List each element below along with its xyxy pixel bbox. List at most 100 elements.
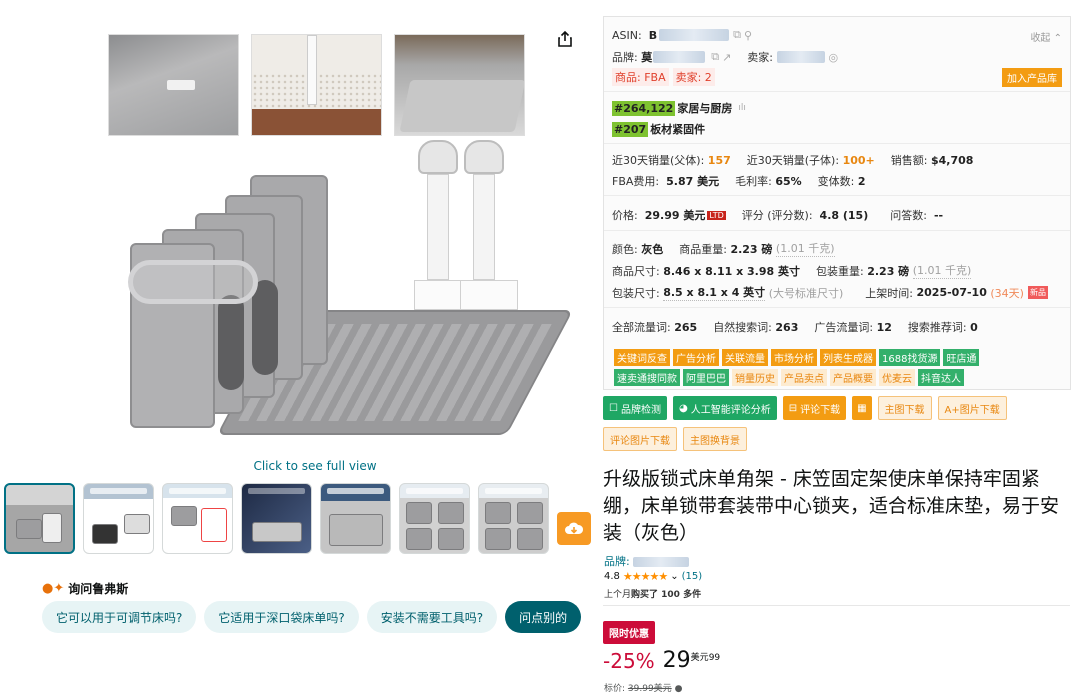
all-keywords-value[interactable]: 265 [674,321,697,334]
revenue-label: 销售额: [890,154,928,167]
thumbnail-3[interactable] [162,483,233,554]
rufus-chip-1[interactable]: 它可以用于可调节床吗? [42,601,197,633]
top-photo-strip [108,34,525,136]
tag-ad-analysis[interactable]: 广告分析 [673,349,719,366]
tag-market-analysis[interactable]: 市场分析 [771,349,817,366]
cloud-download-icon[interactable] [557,512,591,545]
location-icon[interactable]: ⚲ [744,29,752,42]
seller-redacted[interactable] [776,51,825,63]
rank-category-link[interactable]: 紧固件 [672,121,705,137]
copy-icon[interactable]: ⧉ [733,28,741,42]
asin-value: B [648,28,658,42]
ai-review-analysis-button[interactable]: ◕ 人工智能评论分析 [672,396,777,420]
thumbnail-1[interactable] [4,483,75,554]
price-fraction: 99 [708,653,721,663]
external-link-icon[interactable]: ↗ [722,51,731,64]
share-icon[interactable] [556,30,574,48]
main-image-download-button[interactable]: 主图下载 [877,396,932,420]
rank-badge: #207 [612,121,649,137]
tool-tags-row-1: 关键词反查 广告分析 关联流量 市场分析 列表生成器 1688找货源 旺店通 [614,349,980,366]
calculator-button[interactable]: ▦ [852,396,872,420]
rufus-chip-3[interactable]: 安装不需要工具吗? [366,601,498,633]
star-rating-icon[interactable]: ★★★★★ [623,570,668,583]
brand-label: 品牌: [604,555,630,568]
brand-label: 品牌: [612,51,638,64]
tag-1688-sourcing[interactable]: 1688找货源 [879,349,941,366]
main-image-bg-swap-button[interactable]: 主图换背景 [683,427,747,451]
ask-rufus-title: 询问鲁弗斯 [68,582,129,596]
thumbnail-7[interactable] [478,483,549,554]
weight-label: 商品重量: [679,242,727,256]
rufus-chip-2[interactable]: 它适用于深口袋床单吗? [204,601,359,633]
thumbnail-4[interactable] [241,483,312,554]
rufus-ask-else-button[interactable]: 问点别的 [505,601,582,633]
tag-aliexpress[interactable]: 速卖通搜同款 [614,369,680,386]
tag-keyword-reverse[interactable]: 关键词反查 [614,349,670,366]
rank-category-link[interactable]: 与厨房 [699,100,732,116]
tag-listing-generator[interactable]: 列表生成器 [820,349,876,366]
brand-link[interactable]: 莫 [641,49,652,65]
brand-seller-row: 品牌: 莫 ⧉ ↗ 卖家: ◎ [612,49,838,65]
thumbnail-2[interactable] [83,483,154,554]
bar-chart-icon[interactable]: ılı [738,103,746,113]
main-product-image[interactable] [100,165,574,455]
review-image-download-button[interactable]: 评论图片下载 [603,427,677,451]
fba-fee-label: FBA费用: [612,175,660,188]
list-price: 标价: 39.99美元 ● [604,684,683,693]
ad-keywords-value[interactable]: 12 [877,321,892,334]
brand-check-button[interactable]: ☐ 品牌检测 [603,396,667,420]
fba-fee-row: FBA费用: 5.87 美元 毛利率: 65% 变体数: 2 [612,173,866,189]
rating-count-link[interactable]: (15) [682,571,703,582]
price-label: 价格: [612,209,638,222]
tag-selling-points[interactable]: 产品卖点 [781,369,827,386]
package-size-class: (大号标准尺寸) [768,286,844,300]
rank-category: 板材 [650,123,673,136]
natural-keywords-value[interactable]: 263 [775,321,798,334]
ask-rufus-heading: ●✦ 询问鲁弗斯 [42,580,128,597]
tag-product-summary[interactable]: 产品概要 [830,369,876,386]
chevron-down-icon[interactable]: ⌄ [670,571,678,582]
color-weight-row: 颜色: 灰色 商品重量: 2.23 磅 (1.01 千克) [612,240,835,257]
price-whole: 29 [662,648,691,673]
tag-youmaiyun[interactable]: 优麦云 [879,369,915,386]
tag-wangdiantong[interactable]: 旺店通 [943,349,980,366]
limited-deal-badge: 限时优惠 [603,621,655,644]
sales-parent-value: 157 [707,153,731,167]
bought-last-month: 上个月购买了 100 多件 [604,590,702,600]
fba-fee-value: 5.87 美元 [666,175,720,188]
rating-line: 4.8 ★★★★★ ⌄ (15) [604,570,702,583]
review-download-button[interactable]: ⊟ 评论下载 [782,396,847,420]
size-row: 商品尺寸: 8.46 x 8.11 x 3.98 英寸 包装重量: 2.23 磅… [612,262,972,279]
seller-label: 卖家: [747,51,774,64]
brand-link-redacted[interactable] [633,557,690,567]
thumbnail-5[interactable] [320,483,391,554]
calculator-icon: ▦ [857,402,867,414]
add-to-library-button[interactable]: 加入产品库 [1002,68,1062,87]
variants-value: 2 [857,174,866,188]
see-full-view-link[interactable]: Click to see full view [230,459,400,473]
rating-value: 4.8 [604,571,620,582]
copy-icon[interactable]: ⧉ [711,50,719,64]
seller-count-tag[interactable]: 卖家: 2 [672,68,715,86]
tool-buttons-row-1: ☐ 品牌检测 ◕ 人工智能评论分析 ⊟ 评论下载 ▦ 主图下载 A+图片下载 [603,396,1007,420]
tag-douyin[interactable]: 抖音达人 [918,369,964,386]
package-weight-label: 包装重量: [815,264,864,278]
size-value: 8.46 x 8.11 x 3.98 英寸 [663,264,800,278]
thumbnail-6[interactable] [399,483,470,554]
aplus-image-download-button[interactable]: A+图片下载 [937,396,1007,420]
sales-parent-label: 近30天销量(父体): [612,154,705,167]
margin-value: 65% [775,174,802,188]
tag-sales-history[interactable]: 销量历史 [732,369,778,386]
info-icon[interactable]: ● [675,684,683,693]
tag-related-traffic[interactable]: 关联流量 [722,349,768,366]
location-icon[interactable]: ◎ [829,51,839,64]
sales-child-value: 100+ [842,153,875,167]
seller-tool-panel: ASIN: B ⧉ ⚲ 收起 ⌃ 品牌: 莫 ⧉ ↗ 卖家: ◎ 商品: FBA… [603,16,1071,390]
photo-strap-on-mattress [251,34,382,136]
asin-redacted [659,29,730,41]
tag-alibaba[interactable]: 阿里巴巴 [683,369,729,386]
recommended-keywords-value[interactable]: 0 [970,321,978,334]
collapse-button[interactable]: 收起 ⌃ [1030,29,1062,44]
new-product-badge: 新品 [1027,286,1048,299]
brand-line: 品牌: [604,553,690,569]
